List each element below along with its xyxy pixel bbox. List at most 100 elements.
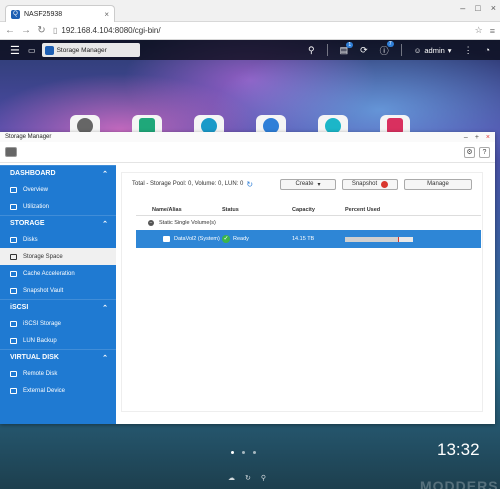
window-toolbar: ⚙ ? bbox=[0, 142, 495, 163]
window-maximize-icon[interactable]: + bbox=[475, 134, 479, 141]
sidebar-item-storage-space[interactable]: Storage Space bbox=[0, 248, 116, 265]
dashboard-icon[interactable]: ◔ bbox=[485, 45, 490, 55]
main-menu-icon[interactable]: ☰ bbox=[10, 44, 28, 57]
sidebar-item-lun-backup[interactable]: LUN Backup bbox=[0, 332, 116, 349]
taskbar-storage-manager[interactable]: Storage Manager bbox=[41, 43, 140, 57]
browser-menu-icon[interactable]: ≡ bbox=[490, 26, 495, 36]
collapse-icon[interactable]: − bbox=[148, 220, 154, 226]
sidebar-item-external-device[interactable]: External Device bbox=[0, 382, 116, 399]
chevron-up-icon: ⌃ bbox=[102, 354, 108, 362]
overview-icon bbox=[10, 186, 17, 193]
volume-capacity: 14.15 TB bbox=[292, 236, 315, 242]
column-percent-used[interactable]: Percent Used bbox=[345, 207, 455, 213]
chevron-down-icon: ▾ bbox=[447, 45, 452, 55]
sidebar-section-dashboard[interactable]: DASHBOARD ⌃ bbox=[0, 165, 116, 181]
qts-taskbar: ☰ ▭ Storage Manager ⚲ ▤ 1 ⟳ ⓘ 7 ☺ admin ▾ … bbox=[0, 40, 500, 60]
sidebar-section-iscsi[interactable]: iSCSI ⌃ bbox=[0, 299, 116, 315]
star-icon[interactable]: ☆ bbox=[475, 25, 483, 36]
toolbar-right: ⚙ ? bbox=[464, 146, 490, 158]
column-capacity[interactable]: Capacity bbox=[292, 207, 345, 213]
sidebar-item-label: iSCSI Storage bbox=[23, 320, 62, 327]
snapshot-button[interactable]: Snapshot bbox=[342, 178, 398, 190]
sidebar-item-label: Utilization bbox=[23, 203, 50, 210]
window-titlebar[interactable]: Storage Manager – + × bbox=[0, 132, 495, 142]
user-icon: ☺ bbox=[413, 45, 422, 55]
column-name[interactable]: Name/Alias bbox=[136, 207, 222, 213]
maximize-icon[interactable]: □ bbox=[475, 3, 480, 13]
refresh-tray-icon[interactable]: ↻ bbox=[245, 474, 251, 482]
storage-manager-icon bbox=[44, 45, 54, 55]
sync-icon[interactable]: ⟳ bbox=[360, 45, 368, 56]
sidebar-item-cache-acceleration[interactable]: Cache Acceleration bbox=[0, 265, 116, 282]
sidebar-section-storage[interactable]: STORAGE ⌃ bbox=[0, 215, 116, 231]
more-icon[interactable]: ⋮ bbox=[464, 45, 473, 56]
sidebar-item-disks[interactable]: Disks bbox=[0, 231, 116, 248]
sidebar-section-virtual-disk[interactable]: VIRTUAL DISK ⌃ bbox=[0, 349, 116, 365]
remote-disk-icon bbox=[10, 370, 17, 377]
events-badge: 7 bbox=[386, 40, 394, 47]
manage-button[interactable]: Manage bbox=[404, 178, 472, 190]
window-close-icon[interactable]: × bbox=[486, 134, 490, 141]
volume-name: DataVol2 (System) bbox=[174, 236, 220, 242]
settings-icon[interactable]: ⚙ bbox=[464, 146, 475, 158]
action-buttons: Create ▾ Snapshot Manage bbox=[280, 178, 472, 190]
storage-summary: Total - Storage Pool: 0, Volume: 0, LUN:… bbox=[132, 181, 244, 187]
browser-titlebar: Q NASF25938 × – □ × bbox=[0, 0, 500, 22]
sidebar-item-overview[interactable]: Overview bbox=[0, 181, 116, 198]
show-desktop-icon[interactable]: ▭ bbox=[28, 46, 36, 55]
search-icon[interactable]: ⚲ bbox=[308, 45, 315, 56]
user-menu[interactable]: ☺ admin ▾ bbox=[414, 46, 452, 55]
cloud-icon[interactable]: ☁ bbox=[228, 474, 235, 482]
window-minimize-icon[interactable]: – bbox=[464, 134, 468, 141]
page-dot[interactable] bbox=[253, 451, 256, 454]
storage-manager-logo-icon bbox=[5, 147, 17, 157]
percent-used-fill bbox=[345, 236, 399, 242]
close-tab-icon[interactable]: × bbox=[104, 10, 109, 19]
column-status[interactable]: Status bbox=[222, 207, 292, 213]
divider bbox=[400, 44, 402, 56]
sidebar-item-remote-disk[interactable]: Remote Disk bbox=[0, 365, 116, 382]
minimize-icon[interactable]: – bbox=[460, 3, 465, 13]
refresh-icon[interactable]: ↻ bbox=[246, 180, 253, 189]
sidebar-item-label: External Device bbox=[23, 387, 66, 394]
forward-icon[interactable]: → bbox=[21, 25, 31, 36]
qnap-favicon-icon: Q bbox=[11, 9, 20, 19]
group-row[interactable]: − Static Single Volume(s) bbox=[136, 216, 481, 230]
caret-down-icon: ▾ bbox=[317, 181, 321, 188]
section-title: iSCSI bbox=[10, 304, 29, 311]
sidebar-item-utilization[interactable]: Utilization bbox=[0, 198, 116, 215]
external-device-icon bbox=[10, 387, 17, 394]
summary-bar: Total - Storage Pool: 0, Volume: 0, LUN:… bbox=[122, 173, 482, 195]
sidebar-item-snapshot-vault[interactable]: Snapshot Vault bbox=[0, 282, 116, 299]
percent-used-bar bbox=[345, 236, 413, 242]
tasks-icon[interactable]: ▤ 1 bbox=[340, 41, 354, 56]
volume-table: Name/Alias Status Capacity Percent Used … bbox=[136, 205, 481, 248]
page-icon: ▯ bbox=[53, 26, 58, 35]
window-controls: – □ × bbox=[460, 3, 496, 13]
help-icon[interactable]: ? bbox=[479, 146, 490, 158]
section-title: DASHBOARD bbox=[10, 170, 56, 177]
usb-icon[interactable]: ⚲ bbox=[261, 474, 266, 482]
qts-desktop: ☰ ▭ Storage Manager ⚲ ▤ 1 ⟳ ⓘ 7 ☺ admin ▾ … bbox=[0, 40, 500, 489]
page-dot[interactable] bbox=[231, 451, 234, 454]
taskbar-app-label: Storage Manager bbox=[56, 46, 107, 54]
page-dot[interactable] bbox=[242, 451, 245, 454]
back-icon[interactable]: ← bbox=[5, 25, 15, 36]
sidebar-item-label: Snapshot Vault bbox=[23, 287, 64, 294]
reload-icon[interactable]: ↻ bbox=[37, 25, 46, 36]
url-field[interactable]: ▯ 192.168.4.104:8080/cgi-bin/ bbox=[53, 26, 468, 35]
taskbar-right: ⚲ ▤ 1 ⟳ ⓘ 7 ☺ admin ▾ ⋮ ◔ bbox=[308, 40, 490, 57]
notifications-icon[interactable]: ⓘ 7 bbox=[380, 40, 394, 57]
sidebar-item-iscsi-storage[interactable]: iSCSI Storage bbox=[0, 315, 116, 332]
close-window-icon[interactable]: × bbox=[491, 3, 496, 13]
create-button[interactable]: Create ▾ bbox=[280, 178, 336, 190]
url-text: 192.168.4.104:8080/cgi-bin/ bbox=[61, 26, 161, 35]
browser-tab[interactable]: Q NASF25938 × bbox=[5, 5, 115, 22]
chevron-up-icon: ⌃ bbox=[102, 220, 108, 228]
watermark-logo: MODDERS bbox=[420, 478, 499, 489]
table-row[interactable]: DataVol2 (System) ✓ Ready 14.15 TB bbox=[136, 230, 481, 248]
check-icon: ✓ bbox=[222, 235, 230, 243]
chevron-up-icon: ⌃ bbox=[102, 170, 108, 178]
table-header: Name/Alias Status Capacity Percent Used bbox=[136, 205, 481, 216]
lun-backup-icon bbox=[10, 337, 17, 344]
